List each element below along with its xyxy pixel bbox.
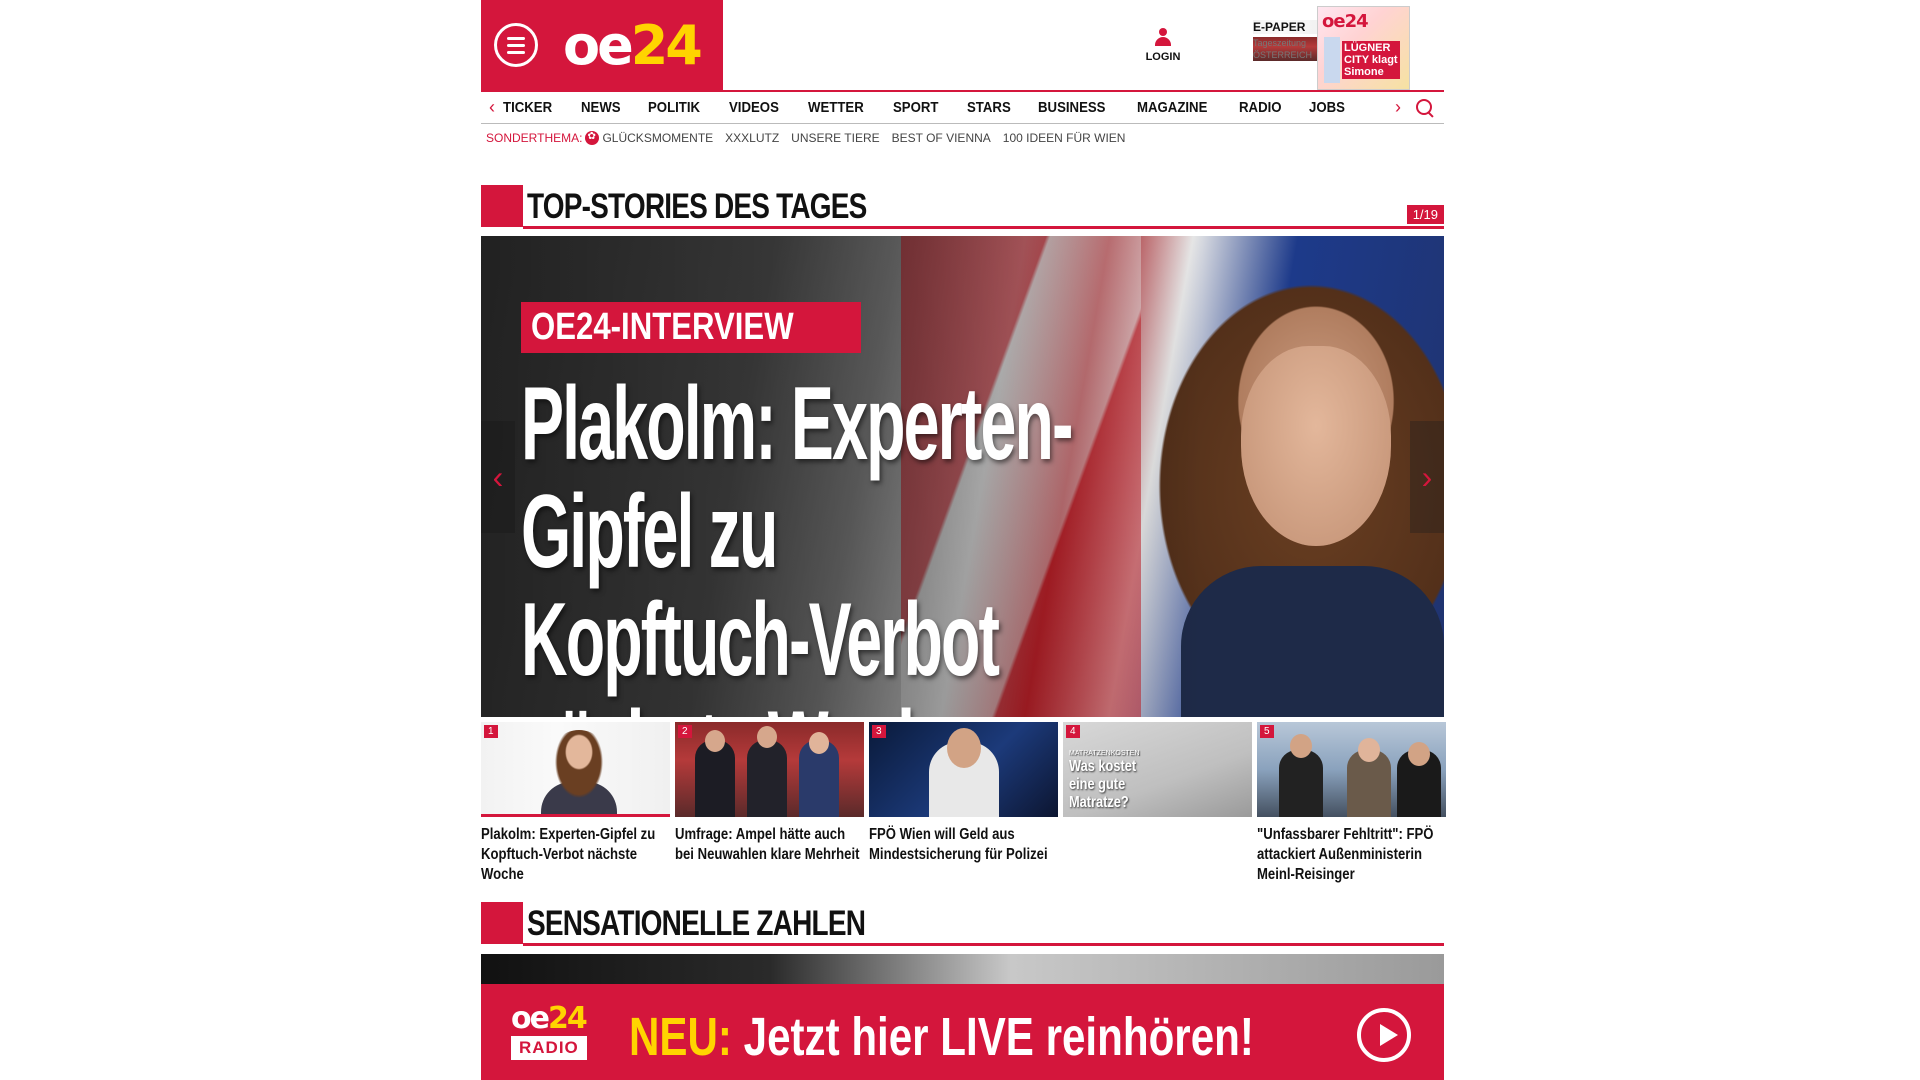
special-topic-label: SONDERTHEMA: [486, 131, 583, 145]
epaper-title: E-PAPER [1253, 20, 1323, 34]
story-thumb-image: 5 [1257, 722, 1446, 817]
site-logo[interactable]: oe24 [563, 14, 703, 77]
hero-kicker: OE24-INTERVIEW [521, 302, 862, 353]
hero-story[interactable]: OE24-INTERVIEW Plakolm: Experten-Gipfel … [481, 236, 1444, 717]
special-topic-item[interactable]: GLÜCKSMOMENTE [602, 131, 713, 145]
special-topic-item[interactable]: UNSERE TIERE [791, 131, 879, 145]
section-sensation: SENSATIONELLE ZAHLEN [481, 902, 1444, 946]
nav-item-jobs[interactable]: JOBS [1309, 99, 1345, 116]
nav-item-wetter[interactable]: WETTER [808, 99, 864, 116]
special-topic-item[interactable]: BEST OF VIENNA [892, 131, 991, 145]
special-topics-bar: SONDERTHEMA: GLÜCKSMOMENTE XXXLUTZ UNSERE … [486, 130, 1137, 146]
radio-banner[interactable]: oe24 RADIO NEU: Jetzt hier LIVE reinhöre… [481, 984, 1444, 1080]
story-thumb-1[interactable]: 1 Plakolm: Experten-Gipfel zu Kopftuch-V… [481, 722, 670, 885]
login-button[interactable]: LOGIN [1143, 28, 1183, 63]
story-thumb-image: 1 [481, 722, 670, 817]
nav-right-arrow-icon[interactable]: › [1387, 97, 1409, 118]
section-title: TOP-STORIES DES TAGES [527, 187, 867, 226]
nav-item-business[interactable]: BUSINESS [1038, 99, 1105, 116]
nav-left-arrow-icon[interactable]: ‹ [481, 97, 503, 118]
user-icon [1155, 28, 1171, 46]
nav-item-sport[interactable]: SPORT [893, 99, 938, 116]
main-nav: ‹ TICKER NEWS POLITIK VIDEOS WETTER SPORT STAR… [481, 90, 1444, 124]
nav-item-videos[interactable]: VIDEOS [729, 99, 779, 116]
slider-prev-icon[interactable]: ‹ [481, 421, 515, 533]
menu-icon[interactable] [494, 23, 538, 67]
epaper-cover-headline: LÜGNER CITY klagt Simone [1342, 41, 1400, 79]
nav-item-ticker[interactable]: TICKER [503, 99, 552, 116]
play-icon[interactable] [1357, 1008, 1411, 1062]
gluecksmomente-icon [585, 131, 600, 145]
story-thumb-caption[interactable]: "Unfassbarer Fehltritt": FPÖ attackiert … [1257, 825, 1446, 885]
story-thumb-3[interactable]: 3 FPÖ Wien will Geld aus Mindestsicherun… [869, 722, 1058, 882]
epaper-subtitle: Tageszeitung ÖSTERREICH [1253, 37, 1323, 61]
story-thumb-image: 4 MATRATZENKOSTEN Was kostet eine gute M… [1063, 722, 1252, 817]
ad-overlay-small: MATRATZENKOSTEN [1069, 750, 1140, 757]
page: oe24 LOGIN E-PAPER Tageszeitung ÖSTERREI… [481, 0, 1446, 1080]
ad-overlay-text: Was kostet eine gute Matratze? [1069, 758, 1137, 811]
epaper-cover-image[interactable]: oe24 LÜGNER CITY klagt Simone [1317, 6, 1410, 90]
story-thumb-2[interactable]: 2 Umfrage: Ampel hätte auch bei Neuwahle… [675, 722, 864, 882]
nav-item-news[interactable]: NEWS [581, 99, 621, 116]
nav-items: TICKER NEWS POLITIK VIDEOS WETTER SPORT STARS B… [503, 99, 1444, 116]
nav-item-politik[interactable]: POLITIK [648, 99, 700, 116]
search-icon[interactable] [1415, 98, 1435, 118]
story-thumbnails: 1 Plakolm: Experten-Gipfel zu Kopftuch-V… [481, 722, 1446, 885]
hero-headline[interactable]: Plakolm: Experten-Gipfel zu Kopftuch-Ver… [521, 370, 1079, 717]
slider-next-icon[interactable]: › [1410, 421, 1444, 533]
story-thumb-caption[interactable]: FPÖ Wien will Geld aus Mindestsicherung … [869, 825, 1058, 865]
special-topic-item[interactable]: XXXLUTZ [725, 131, 779, 145]
story-thumb-caption[interactable]: Umfrage: Ampel hätte auch bei Neuwahlen … [675, 825, 864, 865]
logo-box: oe24 [481, 0, 723, 90]
radio-logo: oe24 RADIO [511, 1004, 601, 1060]
epaper-link[interactable]: E-PAPER Tageszeitung ÖSTERREICH [1253, 20, 1323, 61]
section-top-stories: TOP-STORIES DES TAGES 1/19 [481, 185, 1444, 229]
story-thumb-4[interactable]: 4 MATRATZENKOSTEN Was kostet eine gute M… [1063, 722, 1252, 882]
nav-item-stars[interactable]: STARS [967, 99, 1011, 116]
story-thumb-image: 2 [675, 722, 864, 817]
epaper-cover-brand: oe24 [1322, 11, 1369, 32]
radio-message: NEU: Jetzt hier LIVE reinhören! [629, 1007, 1254, 1067]
nav-item-radio[interactable]: RADIO [1239, 99, 1282, 116]
story-thumb-image: 3 [869, 722, 1058, 817]
slide-counter: 1/19 [1406, 205, 1444, 224]
special-topic-item[interactable]: 100 IDEEN FÜR WIEN [1003, 131, 1126, 145]
nav-item-magazine[interactable]: MAGAZINE [1137, 99, 1207, 116]
story-thumb-caption[interactable]: Plakolm: Experten-Gipfel zu Kopftuch-Ver… [481, 825, 670, 885]
section-title: SENSATIONELLE ZAHLEN [527, 904, 866, 943]
story-thumb-5[interactable]: 5 "Unfassbarer Fehltritt": FPÖ attackier… [1257, 722, 1446, 885]
login-label: LOGIN [1145, 51, 1181, 63]
